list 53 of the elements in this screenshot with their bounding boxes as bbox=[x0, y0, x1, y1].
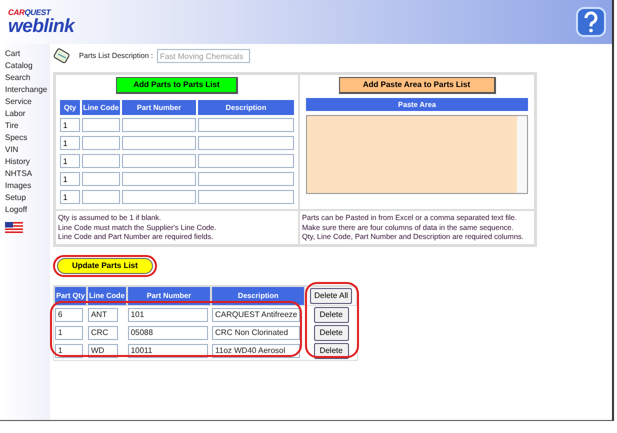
input-field[interactable]: 1 bbox=[55, 326, 83, 340]
sidebar-link[interactable]: Tire bbox=[5, 120, 50, 132]
input-field[interactable] bbox=[122, 190, 196, 204]
input-field[interactable]: ANT bbox=[88, 308, 118, 322]
sidebar-link[interactable]: Interchange bbox=[5, 84, 50, 96]
input-field[interactable] bbox=[82, 172, 120, 186]
input-field[interactable]: 1 bbox=[60, 136, 80, 150]
sidebar-link[interactable]: NHTSA bbox=[5, 168, 50, 180]
input-field[interactable] bbox=[198, 154, 294, 168]
delete-button[interactable]: Delete bbox=[314, 324, 349, 340]
delete-button[interactable]: Delete bbox=[314, 306, 349, 322]
input-field[interactable] bbox=[122, 118, 196, 132]
input-field[interactable]: CRC Non Clorinated bbox=[212, 326, 300, 340]
sidebar-link[interactable]: Search bbox=[5, 72, 50, 84]
input-field[interactable]: CRC bbox=[88, 326, 118, 340]
sidebar-link[interactable]: Labor bbox=[5, 108, 50, 120]
input-field[interactable] bbox=[122, 136, 196, 150]
help-icon[interactable] bbox=[576, 7, 606, 37]
input-field[interactable]: 1 bbox=[60, 154, 80, 168]
sidebar-link[interactable]: Cart bbox=[5, 48, 50, 60]
sidebar-link[interactable]: VIN bbox=[5, 144, 50, 156]
flag-icon[interactable] bbox=[5, 222, 23, 233]
input-field[interactable]: 1 bbox=[60, 172, 80, 186]
delete-all-button[interactable]: Delete All bbox=[310, 288, 352, 304]
add-parts-button[interactable]: Add Parts to Parts List bbox=[116, 77, 238, 94]
input-field[interactable] bbox=[198, 136, 294, 150]
update-parts-list-button[interactable]: Update Parts List bbox=[57, 258, 153, 274]
input-field[interactable] bbox=[122, 154, 196, 168]
logo-text: weblink bbox=[8, 16, 74, 36]
sidebar-link[interactable]: Images bbox=[5, 180, 50, 192]
input-field[interactable] bbox=[122, 172, 196, 186]
sidebar-link[interactable]: Catalog bbox=[5, 60, 50, 72]
input-field[interactable]: 1 bbox=[60, 190, 80, 204]
input-field[interactable] bbox=[198, 190, 294, 204]
sidebar-link[interactable]: History bbox=[5, 156, 50, 168]
sidebar-link[interactable]: Setup bbox=[5, 192, 50, 204]
input-field[interactable] bbox=[198, 172, 294, 186]
sidebar-link[interactable]: Service bbox=[5, 96, 50, 108]
input-field[interactable]: CARQUEST Antifreeze bbox=[212, 308, 300, 322]
input-field[interactable]: 6 bbox=[55, 308, 83, 322]
sidebar-link[interactable]: Specs bbox=[5, 132, 50, 144]
paste-area-field[interactable] bbox=[306, 115, 528, 194]
input-field[interactable] bbox=[82, 136, 120, 150]
input-field[interactable]: 101 bbox=[128, 308, 208, 322]
input-field[interactable] bbox=[82, 190, 120, 204]
input-field[interactable] bbox=[198, 118, 294, 132]
sidebar-link[interactable]: Logoff bbox=[5, 204, 50, 216]
input-field[interactable]: 05088 bbox=[128, 326, 208, 340]
add-paste-area-button[interactable]: Add Paste Area to Parts List bbox=[338, 77, 496, 94]
logo-text: CARQUEST bbox=[8, 8, 52, 16]
input-field[interactable] bbox=[82, 154, 120, 168]
input-field[interactable] bbox=[82, 118, 120, 132]
input-field[interactable]: 1 bbox=[60, 118, 80, 132]
